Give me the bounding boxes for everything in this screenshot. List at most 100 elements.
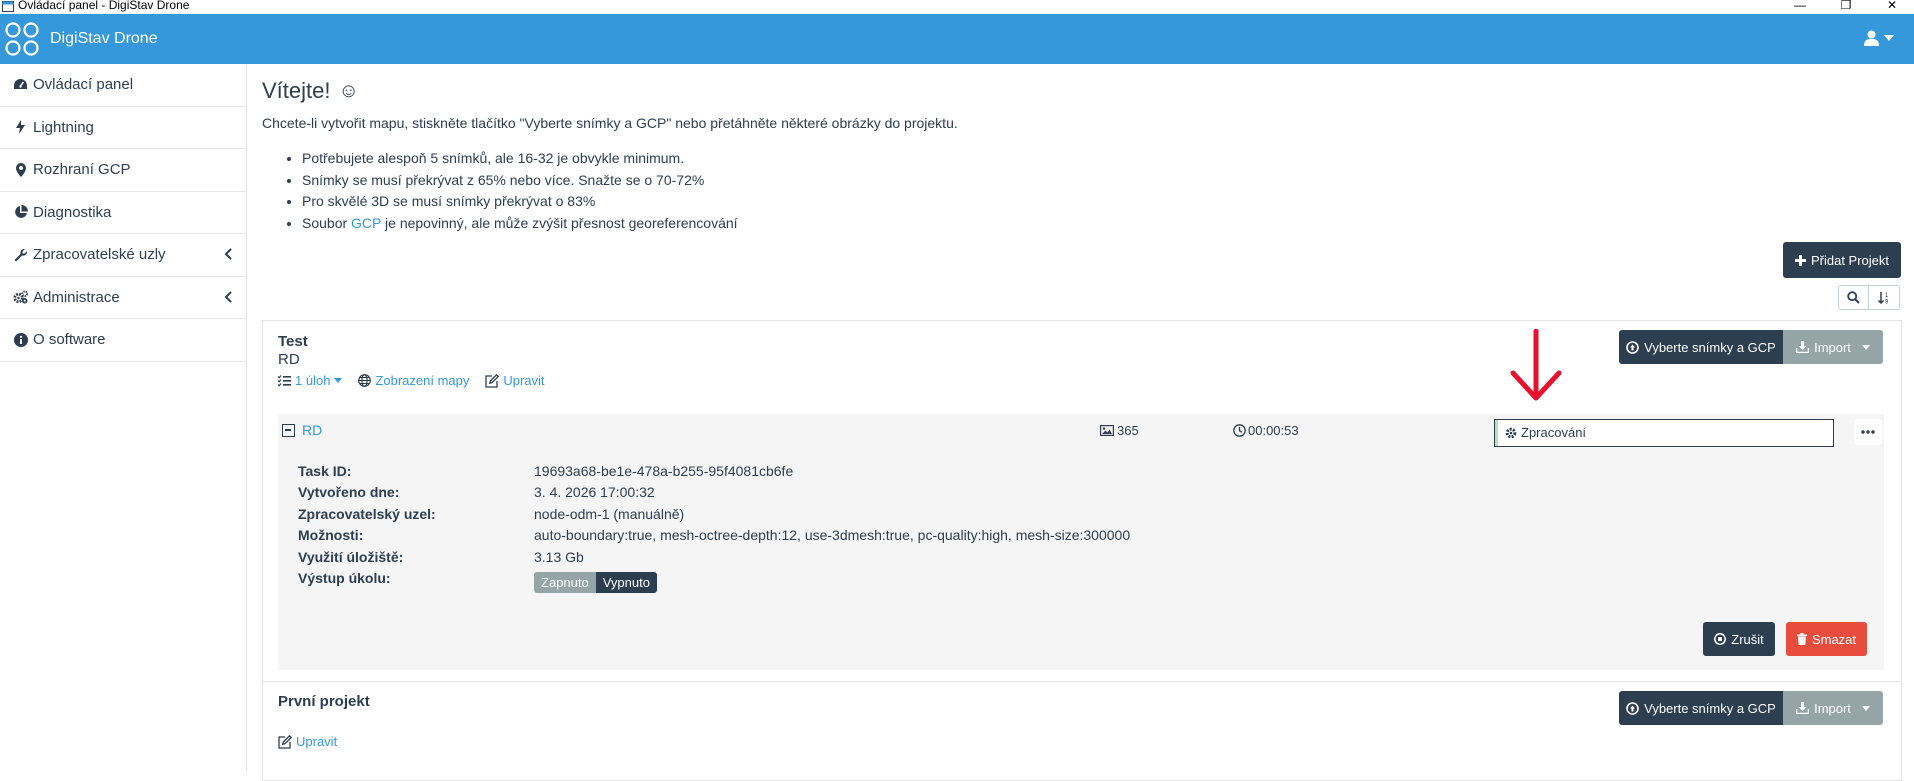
gcp-link[interactable]: GCP	[351, 215, 381, 231]
page-title: Vítejte! ☺	[262, 78, 359, 104]
task-output-toggle: Zapnuto Vypnuto	[534, 571, 657, 593]
maximize-button[interactable]: ❐	[1826, 0, 1866, 12]
project-links: 1 úloh Zobrazení mapy Upravit	[278, 373, 545, 388]
brand-name[interactable]: DigiStav Drone	[50, 28, 158, 50]
globe-icon	[358, 374, 372, 387]
close-window-button[interactable]: ✕	[1872, 0, 1912, 12]
delete-label: Smazat	[1811, 631, 1857, 647]
detail-value: 3.13 Gb	[534, 548, 584, 565]
map-link-label: Zobrazení mapy	[375, 373, 470, 388]
stop-icon	[1714, 633, 1727, 645]
project-tools: 19	[1838, 285, 1900, 310]
window-title: Ovládací panel - DigiStav Drone	[18, 0, 190, 12]
sidebar-item-label: Lightning	[33, 118, 94, 136]
trash-icon	[1796, 633, 1807, 645]
output-off-button[interactable]: Vypnuto	[595, 571, 657, 593]
sidebar-item-diagnostics[interactable]: Diagnostika	[0, 192, 246, 234]
minimize-button[interactable]: —	[1780, 0, 1820, 12]
map-view-link[interactable]: Zobrazení mapy	[358, 373, 469, 388]
welcome-text: Vítejte!	[262, 78, 331, 103]
caret-down-icon	[1861, 344, 1870, 350]
sidebar-item-label: Rozhraní GCP	[33, 161, 131, 179]
detail-key: Výstup úkolu:	[298, 569, 391, 586]
select-images-label: Vyberte snímky a GCP	[1644, 339, 1776, 355]
search-button[interactable]	[1838, 285, 1869, 310]
cancel-label: Zrušit	[1731, 631, 1764, 647]
sidebar: Ovládací panel Lightning Rozhraní GCP Di…	[0, 64, 247, 771]
pie-chart-icon	[13, 205, 28, 220]
sidebar-item-label: Ovládací panel	[33, 76, 134, 94]
sidebar-item-label: Administrace	[33, 288, 120, 306]
task-name-link[interactable]: RD	[302, 422, 322, 438]
delete-task-button[interactable]: Smazat	[1786, 622, 1867, 656]
sidebar-item-label: Diagnostika	[33, 203, 112, 221]
edit-link-label: Upravit	[503, 373, 545, 388]
list-item: Soubor GCP je nepovinný, ale může zvýšit…	[302, 213, 738, 235]
sidebar-item-administration[interactable]: Administrace	[0, 277, 246, 319]
import-button[interactable]: Import	[1783, 691, 1883, 725]
upload-icon	[1626, 701, 1639, 715]
project-panel: Test RD Vyberte snímky a GCP Import 1 úl…	[262, 320, 1902, 682]
sort-button[interactable]: 19	[1869, 285, 1900, 310]
edit-project-link[interactable]: Upravit	[278, 734, 337, 749]
edit-icon	[485, 373, 500, 388]
detail-key: Zpracovatelský uzel:	[298, 505, 436, 522]
add-project-button[interactable]: Přidat Projekt	[1783, 242, 1901, 278]
chevron-left-icon	[224, 248, 232, 260]
task-more-button[interactable]	[1854, 419, 1882, 445]
app-icon	[2, 1, 14, 12]
tip-text: Soubor	[302, 214, 352, 231]
user-menu[interactable]	[1864, 30, 1894, 46]
sidebar-item-gcp[interactable]: Rozhraní GCP	[0, 149, 246, 192]
status-label: Zpracování	[1505, 425, 1586, 440]
detail-row: Vytvořeno dne: 3. 4. 2026 17:00:32	[298, 482, 1130, 504]
import-label: Import	[1814, 339, 1851, 355]
sidebar-item-lightning[interactable]: Lightning	[0, 107, 246, 149]
drone-logo-icon[interactable]	[4, 21, 40, 57]
dashboard-icon	[13, 77, 28, 92]
map-marker-icon	[13, 162, 28, 177]
detail-row: Možnosti: auto-boundary:true, mesh-octree…	[298, 525, 1130, 547]
tasks-toggle-link[interactable]: 1 úloh	[278, 373, 343, 388]
sidebar-item-processing-nodes[interactable]: Zpracovatelské uzly	[0, 234, 246, 277]
caret-down-icon	[1861, 705, 1870, 711]
detail-row: Využití úložiště: 3.13 Gb	[298, 546, 1130, 568]
select-images-button[interactable]: Vyberte snímky a GCP	[1619, 691, 1783, 725]
sidebar-item-about[interactable]: O software	[0, 319, 246, 362]
import-label: Import	[1814, 700, 1851, 716]
project-actions: Vyberte snímky a GCP Import	[1619, 330, 1883, 364]
sidebar-item-label: Zpracovatelské uzly	[33, 246, 166, 264]
add-project-label: Přidat Projekt	[1810, 252, 1890, 268]
select-images-button[interactable]: Vyberte snímky a GCP	[1619, 330, 1783, 364]
caret-down-icon	[1884, 35, 1894, 41]
list-item: Potřebujete alespoň 5 snímků, ale 16-32 …	[302, 148, 738, 170]
smile-icon: ☺	[338, 79, 359, 102]
detail-value: 19693a68-be1e-478a-b255-95f4081cb6fe	[534, 462, 794, 479]
chevron-left-icon	[224, 290, 232, 303]
collapse-toggle[interactable]	[282, 424, 295, 437]
tip-text: je nepovinný, ale může zvýšit přesnost g…	[381, 214, 738, 231]
project-actions: Vyberte snímky a GCP Import	[1619, 691, 1883, 725]
list-item: Pro skvělé 3D se musí snímky překrývat o…	[302, 191, 738, 213]
edit-link-label: Upravit	[296, 734, 338, 749]
upload-icon	[1626, 340, 1639, 354]
sidebar-item-dashboard[interactable]: Ovládací panel	[0, 64, 246, 107]
detail-value: auto-boundary:true, mesh-octree-depth:12…	[534, 527, 1131, 544]
caret-down-icon	[334, 378, 343, 383]
cancel-task-button[interactable]: Zrušit	[1703, 622, 1775, 656]
detail-key: Task ID:	[298, 462, 352, 479]
task-duration: 00:00:53	[1233, 423, 1299, 438]
select-images-label: Vyberte snímky a GCP	[1644, 700, 1776, 716]
tips-list: Potřebujete alespoň 5 snímků, ale 16-32 …	[302, 148, 738, 234]
detail-row: Výstup úkolu: Zapnuto Vypnuto	[298, 568, 1130, 593]
output-on-button[interactable]: Zapnuto	[534, 571, 596, 593]
task-details: Task ID: 19693a68-be1e-478a-b255-95f4081c…	[298, 460, 1130, 593]
import-button[interactable]: Import	[1783, 330, 1883, 364]
top-navbar: DigiStav Drone	[0, 14, 1914, 64]
edit-project-link[interactable]: Upravit	[485, 373, 545, 388]
detail-row: Zpracovatelský uzel: node-odm-1 (manuálně…	[298, 503, 1130, 525]
svg-text:9: 9	[1885, 300, 1889, 305]
tasks-link-label: 1 úloh	[295, 373, 331, 388]
detail-key: Využití úložiště:	[298, 548, 404, 565]
image-count: 365	[1100, 423, 1139, 438]
